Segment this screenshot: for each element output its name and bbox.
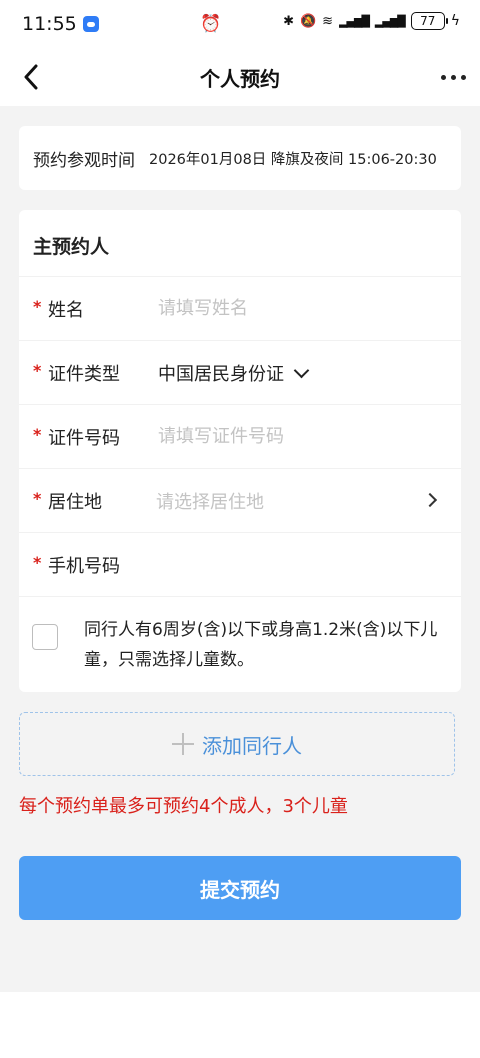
mute-icon: 🔕 xyxy=(299,13,317,29)
name-row: * 姓名 xyxy=(19,276,461,340)
nav-bar: 个人预约 xyxy=(0,48,480,106)
more-dot xyxy=(451,74,456,80)
more-dot xyxy=(461,74,466,80)
id-number-label: 证件号码 xyxy=(48,428,120,449)
battery-level: 77 xyxy=(420,14,436,28)
bluetooth-icon: ✱ xyxy=(283,13,294,29)
id-number-row: * 证件号码 xyxy=(19,404,461,468)
status-time: 11:55 xyxy=(22,13,77,35)
visit-time-card: 预约参观时间 2026年01月08日 降旗及夜间 15:06-20:30 xyxy=(19,126,461,190)
visit-time-value: 2026年01月08日 降旗及夜间 15:06-20:30 xyxy=(149,151,437,168)
residence-row[interactable]: * 居住地 请选择居住地 xyxy=(19,468,461,532)
wifi-icon: ≋ xyxy=(322,13,334,29)
main-booker-card: 主预约人 * 姓名 * 证件类型 中国居民身份证 * 证件号码 * 居住地 请选… xyxy=(19,210,461,692)
back-button[interactable] xyxy=(16,60,46,94)
visit-time-label: 预约参观时间 xyxy=(33,150,135,171)
name-input[interactable] xyxy=(158,291,418,325)
id-type-value: 中国居民身份证 xyxy=(158,364,284,385)
battery-icon: 77 xyxy=(410,12,448,30)
phone-label: 手机号码 xyxy=(48,556,120,577)
plus-icon xyxy=(172,733,194,755)
name-label: 姓名 xyxy=(48,300,84,321)
child-option-text: 同行人有6周岁(含)以下或身高1.2米(含)以下儿童，只需选择儿童数。 xyxy=(84,620,438,670)
page-title: 个人预约 xyxy=(200,66,280,91)
section-title: 主预约人 xyxy=(33,236,110,258)
alarm-icon: ⏰ xyxy=(200,14,222,34)
id-type-label: 证件类型 xyxy=(48,364,120,385)
more-options-button[interactable] xyxy=(441,64,466,90)
child-checkbox[interactable] xyxy=(32,624,58,650)
required-mark: * xyxy=(33,297,42,316)
chevron-down-icon xyxy=(293,362,310,378)
signal-icon-2: ▂▄▆█ xyxy=(374,14,406,28)
content-area: 预约参观时间 2026年01月08日 降旗及夜间 15:06-20:30 主预约… xyxy=(0,106,480,992)
submit-button[interactable]: 提交预约 xyxy=(19,856,461,920)
add-companion-button[interactable]: 添加同行人 xyxy=(19,712,455,776)
child-option-row: 同行人有6周岁(含)以下或身高1.2米(含)以下儿童，只需选择儿童数。 xyxy=(19,596,461,692)
status-bar: 11:55 ⏰ ✱ 🔕 ≋ ▂▄▆█ ▂▄▆█ 77 ϟ xyxy=(0,0,480,48)
add-companion-label: 添加同行人 xyxy=(202,733,302,758)
id-number-input[interactable] xyxy=(158,419,418,453)
phone-row: * 手机号码 xyxy=(19,532,461,596)
required-mark: * xyxy=(33,425,42,444)
phone-input[interactable] xyxy=(158,547,418,581)
chevron-left-icon xyxy=(24,64,38,90)
residence-label: 居住地 xyxy=(48,492,102,513)
id-type-row[interactable]: * 证件类型 中国居民身份证 xyxy=(19,340,461,404)
more-dots-icon xyxy=(441,74,446,80)
signal-icon: ▂▄▆█ xyxy=(339,14,370,28)
required-mark: * xyxy=(33,489,42,508)
id-type-select[interactable]: 中国居民身份证 xyxy=(158,360,310,386)
charging-icon: ϟ xyxy=(450,13,460,29)
status-icons: ✱ 🔕 ≋ ▂▄▆█ ▂▄▆█ 77 ϟ xyxy=(283,12,460,30)
booking-limit-note: 每个预约单最多可预约4个成人，3个儿童 xyxy=(19,796,348,817)
chevron-right-icon xyxy=(422,492,438,508)
residence-select[interactable]: 请选择居住地 xyxy=(156,488,264,514)
required-mark: * xyxy=(33,553,42,572)
message-app-icon xyxy=(82,16,99,32)
required-mark: * xyxy=(33,361,42,380)
